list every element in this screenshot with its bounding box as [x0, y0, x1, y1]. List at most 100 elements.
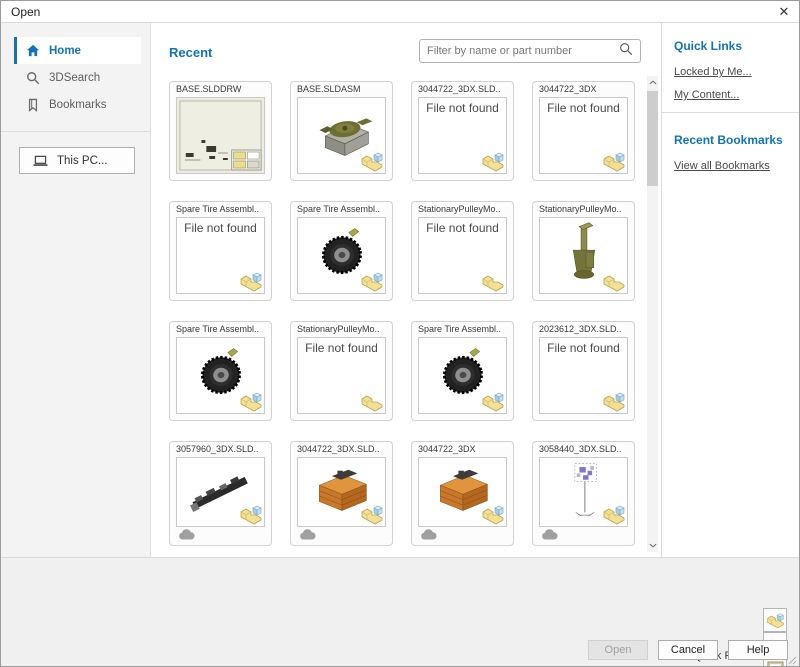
- file-tile[interactable]: Spare Tire Assembl.. File not found: [169, 201, 272, 301]
- sidebar-item-bookmarks[interactable]: Bookmarks: [14, 91, 141, 118]
- assembly-file-type-icon: [602, 150, 626, 172]
- recent-bookmarks-title: Recent Bookmarks: [674, 133, 787, 147]
- laptop-icon: [33, 155, 48, 167]
- file-tile[interactable]: 3057960_3DX.SLD..: [169, 441, 272, 546]
- file-tile[interactable]: Spare Tire Assembl..: [411, 321, 514, 421]
- file-name: Spare Tire Assembl..: [176, 202, 265, 217]
- file-tile[interactable]: BASE.SLDDRW: [169, 81, 272, 181]
- home-icon: [25, 44, 40, 57]
- file-tile[interactable]: 3044722_3DX: [411, 441, 514, 546]
- file-not-found-label: File not found: [419, 218, 506, 235]
- resize-grip[interactable]: [788, 656, 797, 665]
- file-tile[interactable]: BASE.SLDASM: [290, 81, 393, 181]
- scrollbar-thumb[interactable]: [647, 91, 658, 186]
- file-thumbnail: [176, 97, 265, 174]
- file-name: 3057960_3DX.SLD..: [176, 442, 265, 457]
- drawing-icon: [767, 660, 784, 667]
- filter-parts-button[interactable]: [763, 608, 787, 632]
- view-all-bookmarks-link[interactable]: View all Bookmarks: [674, 160, 787, 172]
- file-tile[interactable]: 3044722_3DX.SLD..: [290, 441, 393, 546]
- quick-links-title: Quick Links: [674, 39, 787, 53]
- assembly-file-type-icon: [602, 503, 626, 525]
- sidebar-item-label: Home: [49, 45, 81, 57]
- sidebar-item-label: 3DSearch: [49, 72, 100, 84]
- locked-by-me-link[interactable]: Locked by Me...: [674, 66, 787, 78]
- sidebar-divider: [1, 131, 150, 132]
- assembly-file-type-icon: [239, 503, 263, 525]
- sidebar-item-home[interactable]: Home: [14, 37, 141, 64]
- file-not-found-label: File not found: [177, 218, 264, 235]
- assembly-file-type-icon: [481, 503, 505, 525]
- drawing-thumbnail-image: [177, 98, 264, 173]
- file-tile[interactable]: StationaryPulleyMo.. File not found: [290, 321, 393, 421]
- file-thumbnail: File not found: [418, 217, 507, 294]
- recent-files-panel: Recent BASE.SLDDRW BASE.SLDASM 3044722_3…: [151, 23, 661, 557]
- dialog-buttons: Open Cancel Help: [588, 640, 788, 660]
- file-tile[interactable]: Spare Tire Assembl..: [290, 201, 393, 301]
- chevron-up-icon[interactable]: [647, 76, 658, 89]
- this-pc-button[interactable]: This PC...: [19, 147, 135, 174]
- chevron-down-icon[interactable]: [647, 539, 658, 552]
- assembly-file-type-icon: [360, 150, 384, 172]
- cloud-icon: [420, 529, 437, 540]
- file-thumbnail: File not found: [176, 217, 265, 294]
- assembly-file-type-icon: [360, 270, 384, 292]
- assembly-file-type-icon: [239, 390, 263, 412]
- file-tile[interactable]: 3044722_3DX File not found: [532, 81, 635, 181]
- file-thumbnail: [176, 337, 265, 414]
- assembly-file-type-icon: [481, 390, 505, 412]
- filter-input[interactable]: [427, 45, 619, 57]
- file-tile[interactable]: StationaryPulleyMo.. File not found: [411, 201, 514, 301]
- file-thumbnail: [418, 457, 507, 527]
- file-name: BASE.SLDASM: [297, 82, 386, 97]
- file-not-found-label: File not found: [540, 98, 627, 115]
- file-name: StationaryPulleyMo..: [539, 202, 628, 217]
- close-icon[interactable]: ✕: [775, 3, 793, 21]
- file-thumbnail: [176, 457, 265, 527]
- part-cube-icon: [766, 611, 785, 629]
- file-name: Spare Tire Assembl..: [176, 322, 265, 337]
- file-thumbnail: [418, 337, 507, 414]
- file-thumbnail: [539, 457, 628, 527]
- file-thumbnail: File not found: [297, 337, 386, 414]
- sidebar-nav: Home 3DSearch Bookmarks: [1, 23, 150, 118]
- part-file-type-icon: [481, 270, 505, 292]
- file-thumbnail: File not found: [539, 337, 628, 414]
- file-tile[interactable]: 2023612_3DX.SLD.. File not found: [532, 321, 635, 421]
- part-file-type-icon: [602, 270, 626, 292]
- file-name: Spare Tire Assembl..: [418, 322, 507, 337]
- help-button[interactable]: Help: [728, 640, 788, 660]
- window-title: Open: [11, 5, 40, 19]
- cloud-row: [418, 527, 507, 542]
- assembly-file-type-icon: [481, 150, 505, 172]
- right-panel: Quick Links Locked by Me... My Content..…: [661, 23, 799, 557]
- open-button[interactable]: Open: [588, 640, 648, 660]
- file-name: StationaryPulleyMo..: [297, 322, 386, 337]
- part-file-type-icon: [360, 390, 384, 412]
- file-thumbnail: [539, 217, 628, 294]
- open-dialog: Open ✕ Home3DSearchBookmarks This PC... …: [0, 0, 800, 667]
- file-grid: BASE.SLDDRW BASE.SLDASM 3044722_3DX.SLD.…: [169, 81, 635, 546]
- cancel-button[interactable]: Cancel: [658, 640, 718, 660]
- file-tile[interactable]: Spare Tire Assembl..: [169, 321, 272, 421]
- search-icon: [25, 71, 40, 85]
- filter-box: [419, 39, 641, 63]
- file-tile[interactable]: 3058440_3DX.SLD..: [532, 441, 635, 546]
- file-name: StationaryPulleyMo..: [418, 202, 507, 217]
- file-not-found-label: File not found: [419, 98, 506, 115]
- cloud-icon: [299, 529, 316, 540]
- file-tile[interactable]: 3044722_3DX.SLD.. File not found: [411, 81, 514, 181]
- file-thumbnail: [297, 457, 386, 527]
- cloud-row: [539, 527, 628, 542]
- scrollbar[interactable]: [647, 76, 658, 552]
- right-panel-divider: [662, 112, 799, 113]
- assembly-file-type-icon: [239, 270, 263, 292]
- file-tile[interactable]: StationaryPulleyMo..: [532, 201, 635, 301]
- file-name: 3044722_3DX.SLD..: [418, 82, 507, 97]
- sidebar-item-3dsearch[interactable]: 3DSearch: [14, 64, 141, 91]
- my-content-link[interactable]: My Content...: [674, 89, 787, 101]
- sidebar-item-label: Bookmarks: [49, 99, 107, 111]
- section-title-recent: Recent: [169, 45, 212, 60]
- file-name: 3044722_3DX: [539, 82, 628, 97]
- file-thumbnail: File not found: [418, 97, 507, 174]
